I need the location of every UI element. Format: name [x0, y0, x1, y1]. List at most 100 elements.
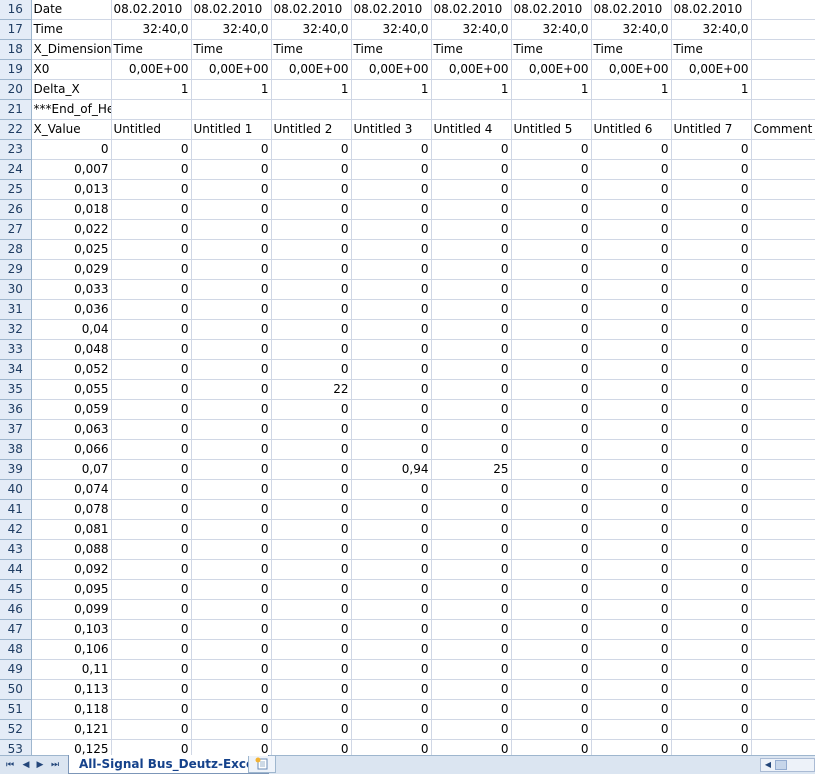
- cell[interactable]: 0: [191, 519, 272, 540]
- cell[interactable]: 0: [351, 359, 432, 380]
- cell[interactable]: 0: [271, 259, 352, 280]
- cell[interactable]: [751, 579, 815, 600]
- cell[interactable]: 0: [431, 239, 512, 260]
- cell[interactable]: [751, 659, 815, 680]
- cell[interactable]: 0: [191, 299, 272, 320]
- cell[interactable]: 0: [671, 179, 752, 200]
- row-label-cell[interactable]: Time: [31, 19, 112, 40]
- cell[interactable]: 0: [351, 259, 432, 280]
- cell[interactable]: 0: [271, 679, 352, 700]
- row-label-cell[interactable]: 0,113: [31, 679, 112, 700]
- cell[interactable]: 0: [111, 319, 192, 340]
- cell[interactable]: 0: [271, 399, 352, 420]
- cell[interactable]: 32:40,0: [431, 19, 512, 40]
- cell[interactable]: 0: [271, 219, 352, 240]
- row-label-cell[interactable]: 0,103: [31, 619, 112, 640]
- cell[interactable]: 0: [191, 659, 272, 680]
- cell[interactable]: [751, 379, 815, 400]
- cell[interactable]: 0: [511, 559, 592, 580]
- cell[interactable]: Time: [671, 39, 752, 60]
- cell[interactable]: 0: [271, 479, 352, 500]
- cell[interactable]: 0: [351, 499, 432, 520]
- cell[interactable]: 0: [671, 539, 752, 560]
- cell[interactable]: 0: [671, 459, 752, 480]
- row-number[interactable]: 42: [0, 519, 32, 540]
- cell[interactable]: 0: [271, 539, 352, 560]
- cell[interactable]: 08.02.2010: [111, 0, 192, 20]
- cell[interactable]: [191, 99, 272, 120]
- cell[interactable]: 0: [111, 659, 192, 680]
- row-number[interactable]: 53: [0, 739, 32, 755]
- cell[interactable]: 0: [351, 579, 432, 600]
- cell[interactable]: 0: [431, 479, 512, 500]
- row-number[interactable]: 31: [0, 299, 32, 320]
- cell[interactable]: 0: [671, 279, 752, 300]
- cell[interactable]: 1: [431, 79, 512, 100]
- cell[interactable]: Untitled 2: [271, 119, 352, 140]
- cell[interactable]: 0: [671, 719, 752, 740]
- cell[interactable]: 0: [671, 679, 752, 700]
- cell[interactable]: 0: [671, 739, 752, 755]
- row-number[interactable]: 28: [0, 239, 32, 260]
- cell[interactable]: 0: [671, 199, 752, 220]
- row-label-cell[interactable]: 0,048: [31, 339, 112, 360]
- cell[interactable]: 0: [271, 359, 352, 380]
- cell[interactable]: 0: [111, 699, 192, 720]
- cell[interactable]: 0: [671, 479, 752, 500]
- cell[interactable]: 0: [191, 479, 272, 500]
- cell[interactable]: 0: [271, 459, 352, 480]
- cell[interactable]: 0: [431, 319, 512, 340]
- cell[interactable]: 0: [591, 139, 672, 160]
- cell[interactable]: [751, 359, 815, 380]
- cell[interactable]: Time: [111, 39, 192, 60]
- cell[interactable]: 0: [111, 599, 192, 620]
- cell[interactable]: 0: [271, 279, 352, 300]
- row-number[interactable]: 30: [0, 279, 32, 300]
- cell[interactable]: 0: [351, 399, 432, 420]
- row-label-cell[interactable]: 0,059: [31, 399, 112, 420]
- row-number[interactable]: 38: [0, 439, 32, 460]
- cell[interactable]: [751, 19, 815, 40]
- cell[interactable]: 0: [111, 159, 192, 180]
- cell[interactable]: 0: [111, 459, 192, 480]
- cell[interactable]: 0: [671, 419, 752, 440]
- cell[interactable]: [751, 499, 815, 520]
- cell[interactable]: 0: [511, 179, 592, 200]
- cell[interactable]: [751, 0, 815, 20]
- cell[interactable]: [511, 99, 592, 120]
- cell[interactable]: 08.02.2010: [271, 0, 352, 20]
- row-label-cell[interactable]: 0,029: [31, 259, 112, 280]
- cell[interactable]: 0: [511, 579, 592, 600]
- cell[interactable]: Time: [191, 39, 272, 60]
- cell[interactable]: 0: [511, 519, 592, 540]
- cell[interactable]: 0: [351, 319, 432, 340]
- row-label-cell[interactable]: Delta_X: [31, 79, 112, 100]
- cell[interactable]: 0: [351, 379, 432, 400]
- cell[interactable]: 0: [591, 319, 672, 340]
- cell[interactable]: 0: [111, 339, 192, 360]
- cell[interactable]: 0: [271, 199, 352, 220]
- cell[interactable]: 0: [431, 439, 512, 460]
- cell[interactable]: 0: [111, 719, 192, 740]
- cell[interactable]: 0: [591, 379, 672, 400]
- cell[interactable]: 0: [671, 339, 752, 360]
- cell[interactable]: 0: [191, 199, 272, 220]
- cell[interactable]: 0: [431, 519, 512, 540]
- cell[interactable]: 0: [191, 359, 272, 380]
- cell[interactable]: 0: [431, 379, 512, 400]
- last-sheet-icon[interactable]: ⏭: [49, 758, 61, 772]
- row-number[interactable]: 17: [0, 19, 32, 40]
- row-number[interactable]: 48: [0, 639, 32, 660]
- prev-sheet-icon[interactable]: ◀: [20, 758, 32, 772]
- cell[interactable]: 1: [351, 79, 432, 100]
- row-label-cell[interactable]: 0: [31, 139, 112, 160]
- cell[interactable]: 0: [511, 239, 592, 260]
- cell[interactable]: [751, 559, 815, 580]
- cell[interactable]: 0: [351, 279, 432, 300]
- cell[interactable]: [751, 79, 815, 100]
- cell[interactable]: 1: [511, 79, 592, 100]
- cell[interactable]: 0: [431, 639, 512, 660]
- row-label-cell[interactable]: 0,066: [31, 439, 112, 460]
- row-label-cell[interactable]: 0,055: [31, 379, 112, 400]
- row-label-cell[interactable]: 0,11: [31, 659, 112, 680]
